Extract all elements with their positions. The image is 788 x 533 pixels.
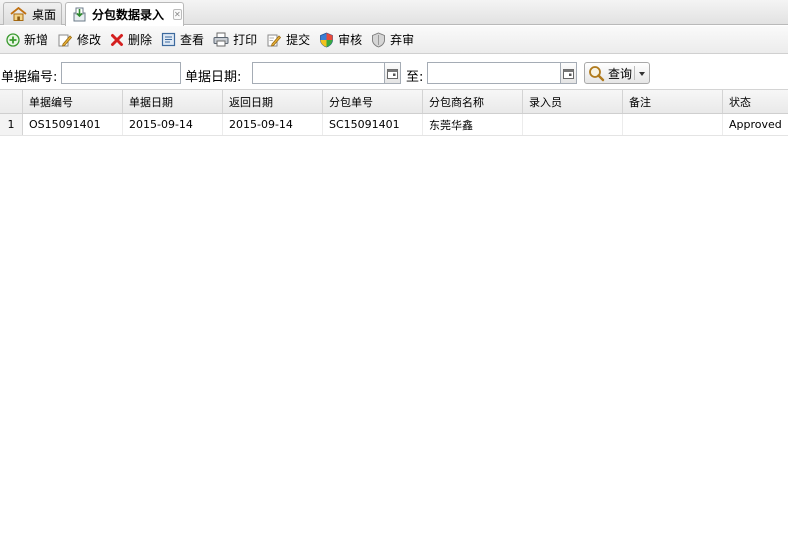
date-from-field[interactable] [252,62,401,84]
print-label: 打印 [233,33,258,47]
to-label: 至: [406,70,424,85]
delete-label: 删除 [128,33,153,47]
status-cell: Approved [729,118,782,131]
query-button[interactable]: 查询 [584,62,650,84]
close-tab-button[interactable]: ✕ [173,9,182,20]
doc-no-input[interactable] [61,62,181,84]
search-bar: 单据编号: 单据日期: 至: 查询 [0,60,788,86]
data-entry-icon [73,7,86,22]
column-header[interactable]: 单据编号 [23,90,123,113]
calendar-button[interactable] [560,63,576,83]
abandon-review-button[interactable]: 弃审 [369,29,419,51]
tab-label: 分包数据录入 [92,8,165,22]
view-icon [161,32,176,47]
data-grid: 单据编号 单据日期 返回日期 分包单号 分包商名称 录入员 备注 状态 1 OS… [0,89,788,136]
supplier-name-cell: 东莞华鑫 [423,114,523,135]
view-button[interactable]: 查看 [159,29,209,51]
subcontract-no-cell: SC15091401 [323,114,423,135]
tab-label: 桌面 [32,7,57,22]
tab-subcontract-entry[interactable]: 分包数据录入 ✕ [65,2,184,26]
query-split-divider [634,66,635,80]
column-header[interactable]: 分包单号 [323,90,423,113]
row-number: 1 [0,114,23,135]
submit-button[interactable]: 提交 [264,29,315,51]
query-label: 查询 [608,66,633,81]
remark-cell [623,114,723,135]
abandon-review-label: 弃审 [390,33,415,47]
calendar-icon [387,68,398,79]
date-to-field[interactable] [427,62,577,84]
delete-icon [111,33,124,46]
tab-strip: 桌面 分包数据录入 ✕ [0,0,788,26]
entered-by-cell [523,114,623,135]
doc-no-cell: OS15091401 [23,114,123,135]
edit-icon [58,34,73,47]
edit-label: 修改 [77,33,102,47]
table-row[interactable]: 1 OS15091401 2015-09-14 2015-09-14 SC150… [0,114,788,136]
edit-button[interactable]: 修改 [55,29,106,51]
submit-label: 提交 [286,33,311,47]
chevron-down-icon[interactable] [639,72,645,76]
column-header[interactable]: 返回日期 [223,90,323,113]
print-button[interactable]: 打印 [211,29,262,51]
doc-no-label: 单据编号: [1,70,58,85]
column-header[interactable]: 备注 [623,90,723,113]
review-button[interactable]: 审核 [317,29,367,51]
add-button[interactable]: 新增 [4,29,53,51]
home-icon [10,7,27,21]
doc-date-label: 单据日期: [185,70,242,85]
delete-button[interactable]: 删除 [108,29,157,51]
view-label: 查看 [180,33,205,47]
column-header[interactable]: 分包商名称 [423,90,523,113]
calendar-icon [563,68,574,79]
submit-icon [267,34,282,47]
doc-date-cell: 2015-09-14 [123,114,223,135]
return-date-cell: 2015-09-14 [223,114,323,135]
search-icon [589,65,605,81]
shield-check-icon [320,32,333,47]
column-header[interactable]: 录入员 [523,90,623,113]
row-number-header [0,90,23,113]
add-icon [6,32,20,47]
calendar-button[interactable] [384,63,400,83]
shield-icon [372,32,386,47]
toolbar: 新增 修改 删除 查看 打印 提交 审核 弃审 [0,26,788,54]
grid-header: 单据编号 单据日期 返回日期 分包单号 分包商名称 录入员 备注 状态 [0,89,788,114]
review-label: 审核 [338,33,363,47]
column-header[interactable]: 状态 [723,90,788,113]
add-label: 新增 [24,33,49,47]
tab-desktop[interactable]: 桌面 [3,2,62,25]
printer-icon [213,32,229,47]
column-header[interactable]: 单据日期 [123,90,223,113]
